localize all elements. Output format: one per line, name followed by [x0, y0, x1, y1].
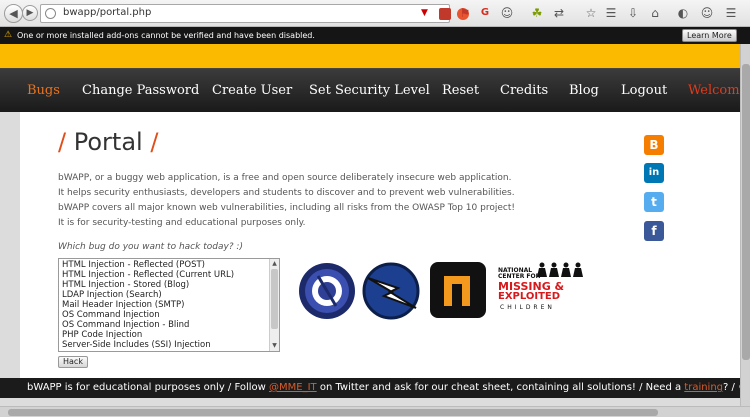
- page-vertical-scrollbar[interactable]: [740, 44, 750, 406]
- forward-button[interactable]: ▶: [22, 5, 38, 21]
- bug-select-list[interactable]: HTML Injection - Reflected (POST) HTML I…: [58, 258, 280, 352]
- owasp-logo[interactable]: [298, 262, 356, 320]
- title-slash-right: /: [150, 128, 159, 156]
- ncmec-exploited: EXPLOITED: [498, 291, 561, 302]
- page-horizontal-scrollbar[interactable]: [0, 406, 750, 417]
- title-slash-left: /: [58, 128, 67, 156]
- linkedin-icon[interactable]: in: [644, 163, 664, 183]
- home-icon[interactable]: ⌂: [648, 6, 662, 20]
- bug-option[interactable]: HTML Injection - Reflected (POST): [62, 260, 205, 270]
- globe-icon: [45, 8, 56, 19]
- smiley-icon[interactable]: ☺: [700, 6, 714, 20]
- portal-content: / Portal / bWAPP, or a buggy web applica…: [20, 112, 620, 378]
- main-navigation: Bugs Change Password Create User Set Sec…: [0, 68, 740, 112]
- bug-list-scroll-thumb[interactable]: [271, 269, 278, 329]
- bug-option[interactable]: PHP Code Injection: [62, 330, 142, 340]
- hack-button[interactable]: Hack: [58, 356, 88, 368]
- menu-icon[interactable]: ☰: [724, 6, 738, 20]
- back-button[interactable]: ◀: [4, 4, 23, 23]
- tools-icon[interactable]: ⇄: [552, 6, 566, 20]
- scroll-down-icon[interactable]: ▼: [270, 341, 279, 350]
- bug-list-scrollbar[interactable]: ▲ ▼: [269, 259, 279, 351]
- intro-line-1: bWAPP, or a buggy web application, is a …: [58, 173, 512, 183]
- footer-text-1: bWAPP is for educational purposes only /…: [27, 382, 270, 393]
- footer-text-2: on Twitter and ask for our cheat sheet, …: [316, 382, 685, 393]
- title-text: Portal: [73, 128, 143, 156]
- blogger-icon[interactable]: B: [644, 135, 664, 155]
- social-column: B in t f: [620, 112, 740, 378]
- greasemonkey-icon[interactable]: ☘: [530, 6, 544, 20]
- browser-window: ◀ ▶ bwapp/portal.php ▼ ⚑ G ☺ ☘ ⇄ ☆ ☰ ⇩ ⌂…: [0, 0, 750, 417]
- addon-warning-message: One or more installed add-ons cannot be …: [17, 31, 315, 40]
- bug-option[interactable]: OS Command Injection - Blind: [62, 320, 189, 330]
- learn-more-button[interactable]: Learn More: [682, 29, 737, 42]
- orange-n-logo[interactable]: [430, 262, 486, 318]
- bug-option[interactable]: LDAP Injection (Search): [62, 290, 162, 300]
- intro-line-2: It helps security enthusiasts, developer…: [58, 188, 515, 198]
- addon-icon[interactable]: ⚑: [458, 6, 472, 20]
- bug-option[interactable]: OS Command Injection: [62, 310, 160, 320]
- download-icon[interactable]: ⇩: [626, 6, 640, 20]
- welcome-text: Welcome: [688, 83, 740, 98]
- header-band: [0, 44, 740, 68]
- addon-warning-bar: ⚠ One or more installed add-ons cannot b…: [0, 27, 750, 44]
- footer: bWAPP is for educational purposes only /…: [0, 378, 740, 398]
- twitter-icon[interactable]: t: [644, 192, 664, 212]
- warning-icon: ⚠: [4, 30, 13, 40]
- web-page: Bugs Change Password Create User Set Sec…: [0, 44, 740, 406]
- bookmarks-list-icon[interactable]: ☰: [604, 6, 618, 20]
- bug-option[interactable]: Mail Header Injection (SMTP): [62, 300, 184, 310]
- gmail-icon[interactable]: G: [478, 6, 492, 20]
- nav-logout[interactable]: Logout: [621, 83, 667, 98]
- twitter-handle-link[interactable]: @MME_IT: [269, 382, 317, 393]
- training-link[interactable]: training: [684, 382, 723, 393]
- url-text: bwapp/portal.php: [63, 7, 152, 18]
- lightning-logo[interactable]: [362, 262, 420, 320]
- bookmark-star-icon[interactable]: ☆: [584, 6, 598, 20]
- intro-line-3: bWAPP covers all major known web vulnera…: [58, 203, 515, 213]
- url-bar[interactable]: bwapp/portal.php ▼: [40, 4, 469, 23]
- scroll-up-icon[interactable]: ▲: [270, 259, 279, 268]
- browser-toolbar: ◀ ▶ bwapp/portal.php ▼ ⚑ G ☺ ☘ ⇄ ☆ ☰ ⇩ ⌂…: [0, 0, 750, 27]
- nav-blog[interactable]: Blog: [569, 83, 599, 98]
- nav-set-security-level[interactable]: Set Security Level: [309, 83, 430, 98]
- extension-icon[interactable]: ◐: [676, 6, 690, 20]
- bug-option[interactable]: HTML Injection - Stored (Blog): [62, 280, 189, 290]
- php-icon[interactable]: [439, 8, 451, 20]
- footer-text: bWAPP is for educational purposes only /…: [27, 382, 740, 393]
- footer-text-3: ? / © 2014 MME BVBA / Follow: [723, 382, 740, 393]
- profile-icon[interactable]: ☺: [500, 6, 514, 20]
- page-vertical-scroll-thumb[interactable]: [742, 64, 750, 360]
- facebook-icon[interactable]: f: [644, 221, 664, 241]
- ncmec-logo[interactable]: NATIONAL CENTER FOR MISSING & EXPLOITED …: [498, 262, 590, 318]
- bug-option[interactable]: Server-Side Includes (SSI) Injection: [62, 340, 211, 350]
- nav-create-user[interactable]: Create User: [212, 83, 292, 98]
- nav-change-password[interactable]: Change Password: [82, 83, 199, 98]
- url-dropdown-icon[interactable]: ▼: [421, 8, 428, 18]
- page-title: / Portal /: [58, 128, 158, 156]
- page-horizontal-scroll-thumb[interactable]: [8, 409, 658, 416]
- bug-question: Which bug do you want to hack today? :): [58, 242, 243, 252]
- nav-bugs[interactable]: Bugs: [27, 83, 60, 98]
- nav-reset[interactable]: Reset: [442, 83, 479, 98]
- nav-credits[interactable]: Credits: [500, 83, 548, 98]
- bug-option[interactable]: HTML Injection - Reflected (Current URL): [62, 270, 234, 280]
- ncmec-children: CHILDREN: [500, 304, 555, 311]
- intro-line-4: It is for security-testing and education…: [58, 218, 306, 228]
